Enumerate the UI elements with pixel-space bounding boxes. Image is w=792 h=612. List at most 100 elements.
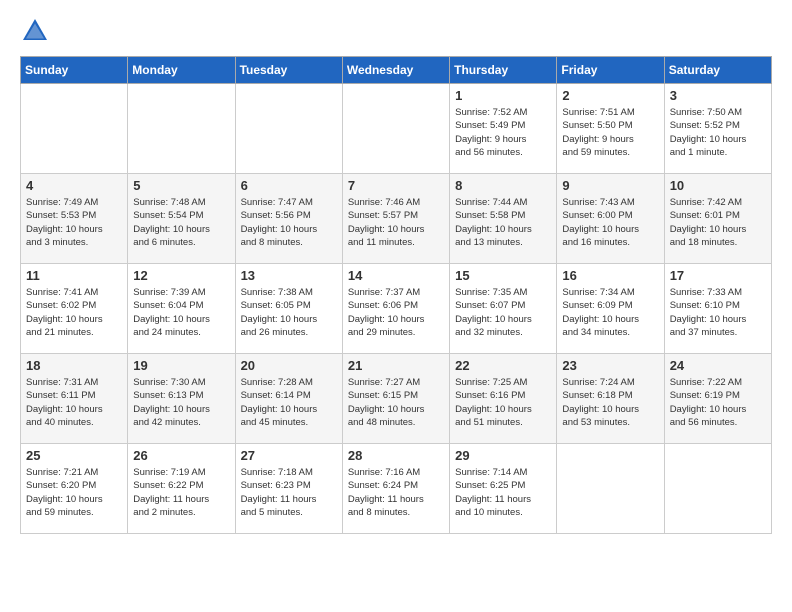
day-cell: 26 Sunrise: 7:19 AM Sunset: 6:22 PM Dayli… [128, 444, 235, 534]
day-cell [128, 84, 235, 174]
cell-info: Sunrise: 7:28 AM Sunset: 6:14 PM Dayligh… [241, 376, 337, 429]
day-number: 11 [26, 268, 122, 283]
cell-info: Sunrise: 7:37 AM Sunset: 6:06 PM Dayligh… [348, 286, 444, 339]
day-cell: 11 Sunrise: 7:41 AM Sunset: 6:02 PM Dayli… [21, 264, 128, 354]
day-number: 27 [241, 448, 337, 463]
cell-info: Sunrise: 7:48 AM Sunset: 5:54 PM Dayligh… [133, 196, 229, 249]
day-number: 24 [670, 358, 766, 373]
day-number: 28 [348, 448, 444, 463]
cell-info: Sunrise: 7:21 AM Sunset: 6:20 PM Dayligh… [26, 466, 122, 519]
day-number: 4 [26, 178, 122, 193]
day-number: 12 [133, 268, 229, 283]
day-number: 15 [455, 268, 551, 283]
cell-info: Sunrise: 7:46 AM Sunset: 5:57 PM Dayligh… [348, 196, 444, 249]
cell-info: Sunrise: 7:35 AM Sunset: 6:07 PM Dayligh… [455, 286, 551, 339]
day-cell: 5 Sunrise: 7:48 AM Sunset: 5:54 PM Daylig… [128, 174, 235, 264]
day-cell: 20 Sunrise: 7:28 AM Sunset: 6:14 PM Dayli… [235, 354, 342, 444]
week-row-3: 11 Sunrise: 7:41 AM Sunset: 6:02 PM Dayli… [21, 264, 772, 354]
cell-info: Sunrise: 7:22 AM Sunset: 6:19 PM Dayligh… [670, 376, 766, 429]
cell-info: Sunrise: 7:52 AM Sunset: 5:49 PM Dayligh… [455, 106, 551, 159]
day-cell [21, 84, 128, 174]
day-number: 1 [455, 88, 551, 103]
cell-info: Sunrise: 7:38 AM Sunset: 6:05 PM Dayligh… [241, 286, 337, 339]
cell-info: Sunrise: 7:14 AM Sunset: 6:25 PM Dayligh… [455, 466, 551, 519]
day-cell: 19 Sunrise: 7:30 AM Sunset: 6:13 PM Dayli… [128, 354, 235, 444]
col-header-thursday: Thursday [450, 57, 557, 84]
cell-info: Sunrise: 7:34 AM Sunset: 6:09 PM Dayligh… [562, 286, 658, 339]
day-number: 25 [26, 448, 122, 463]
cell-info: Sunrise: 7:27 AM Sunset: 6:15 PM Dayligh… [348, 376, 444, 429]
day-number: 6 [241, 178, 337, 193]
day-cell: 21 Sunrise: 7:27 AM Sunset: 6:15 PM Dayli… [342, 354, 449, 444]
cell-info: Sunrise: 7:24 AM Sunset: 6:18 PM Dayligh… [562, 376, 658, 429]
cell-info: Sunrise: 7:30 AM Sunset: 6:13 PM Dayligh… [133, 376, 229, 429]
day-cell: 10 Sunrise: 7:42 AM Sunset: 6:01 PM Dayli… [664, 174, 771, 264]
day-number: 2 [562, 88, 658, 103]
day-cell: 2 Sunrise: 7:51 AM Sunset: 5:50 PM Daylig… [557, 84, 664, 174]
col-header-monday: Monday [128, 57, 235, 84]
day-cell: 23 Sunrise: 7:24 AM Sunset: 6:18 PM Dayli… [557, 354, 664, 444]
week-row-4: 18 Sunrise: 7:31 AM Sunset: 6:11 PM Dayli… [21, 354, 772, 444]
day-cell: 18 Sunrise: 7:31 AM Sunset: 6:11 PM Dayli… [21, 354, 128, 444]
day-cell: 15 Sunrise: 7:35 AM Sunset: 6:07 PM Dayli… [450, 264, 557, 354]
day-cell [342, 84, 449, 174]
day-cell: 13 Sunrise: 7:38 AM Sunset: 6:05 PM Dayli… [235, 264, 342, 354]
header-row: SundayMondayTuesdayWednesdayThursdayFrid… [21, 57, 772, 84]
day-number: 26 [133, 448, 229, 463]
cell-info: Sunrise: 7:51 AM Sunset: 5:50 PM Dayligh… [562, 106, 658, 159]
day-cell: 1 Sunrise: 7:52 AM Sunset: 5:49 PM Daylig… [450, 84, 557, 174]
cell-info: Sunrise: 7:18 AM Sunset: 6:23 PM Dayligh… [241, 466, 337, 519]
day-number: 5 [133, 178, 229, 193]
day-cell: 12 Sunrise: 7:39 AM Sunset: 6:04 PM Dayli… [128, 264, 235, 354]
logo-icon [20, 16, 50, 46]
day-cell [235, 84, 342, 174]
day-cell: 27 Sunrise: 7:18 AM Sunset: 6:23 PM Dayli… [235, 444, 342, 534]
day-number: 13 [241, 268, 337, 283]
cell-info: Sunrise: 7:47 AM Sunset: 5:56 PM Dayligh… [241, 196, 337, 249]
week-row-2: 4 Sunrise: 7:49 AM Sunset: 5:53 PM Daylig… [21, 174, 772, 264]
day-cell: 9Sunrise: 7:43 AM Sunset: 6:00 PM Daylig… [557, 174, 664, 264]
day-number: 21 [348, 358, 444, 373]
day-number: 16 [562, 268, 658, 283]
day-cell: 25 Sunrise: 7:21 AM Sunset: 6:20 PM Dayli… [21, 444, 128, 534]
day-number: 23 [562, 358, 658, 373]
cell-info: Sunrise: 7:33 AM Sunset: 6:10 PM Dayligh… [670, 286, 766, 339]
day-cell: 22Sunrise: 7:25 AM Sunset: 6:16 PM Dayli… [450, 354, 557, 444]
col-header-saturday: Saturday [664, 57, 771, 84]
day-number: 29 [455, 448, 551, 463]
cell-info: Sunrise: 7:49 AM Sunset: 5:53 PM Dayligh… [26, 196, 122, 249]
day-cell: 16 Sunrise: 7:34 AM Sunset: 6:09 PM Dayli… [557, 264, 664, 354]
col-header-sunday: Sunday [21, 57, 128, 84]
day-number: 14 [348, 268, 444, 283]
day-number: 9 [562, 178, 658, 193]
day-cell: 4 Sunrise: 7:49 AM Sunset: 5:53 PM Daylig… [21, 174, 128, 264]
day-cell: 29 Sunrise: 7:14 AM Sunset: 6:25 PM Dayli… [450, 444, 557, 534]
day-cell: 28 Sunrise: 7:16 AM Sunset: 6:24 PM Dayli… [342, 444, 449, 534]
day-cell: 8 Sunrise: 7:44 AM Sunset: 5:58 PM Daylig… [450, 174, 557, 264]
logo [20, 16, 54, 46]
day-number: 3 [670, 88, 766, 103]
cell-info: Sunrise: 7:50 AM Sunset: 5:52 PM Dayligh… [670, 106, 766, 159]
cell-info: Sunrise: 7:25 AM Sunset: 6:16 PM Dayligh… [455, 376, 551, 429]
day-cell: 6 Sunrise: 7:47 AM Sunset: 5:56 PM Daylig… [235, 174, 342, 264]
cell-info: Sunrise: 7:42 AM Sunset: 6:01 PM Dayligh… [670, 196, 766, 249]
col-header-friday: Friday [557, 57, 664, 84]
cell-info: Sunrise: 7:19 AM Sunset: 6:22 PM Dayligh… [133, 466, 229, 519]
day-number: 8 [455, 178, 551, 193]
cell-info: Sunrise: 7:44 AM Sunset: 5:58 PM Dayligh… [455, 196, 551, 249]
day-cell: 3 Sunrise: 7:50 AM Sunset: 5:52 PM Daylig… [664, 84, 771, 174]
cell-info: Sunrise: 7:31 AM Sunset: 6:11 PM Dayligh… [26, 376, 122, 429]
day-number: 18 [26, 358, 122, 373]
cell-info: Sunrise: 7:39 AM Sunset: 6:04 PM Dayligh… [133, 286, 229, 339]
day-number: 20 [241, 358, 337, 373]
cell-info: Sunrise: 7:16 AM Sunset: 6:24 PM Dayligh… [348, 466, 444, 519]
day-number: 10 [670, 178, 766, 193]
day-cell: 14 Sunrise: 7:37 AM Sunset: 6:06 PM Dayli… [342, 264, 449, 354]
calendar-table: SundayMondayTuesdayWednesdayThursdayFrid… [20, 56, 772, 534]
day-cell: 24 Sunrise: 7:22 AM Sunset: 6:19 PM Dayli… [664, 354, 771, 444]
day-number: 19 [133, 358, 229, 373]
day-cell [664, 444, 771, 534]
cell-info: Sunrise: 7:41 AM Sunset: 6:02 PM Dayligh… [26, 286, 122, 339]
col-header-wednesday: Wednesday [342, 57, 449, 84]
day-cell: 7Sunrise: 7:46 AM Sunset: 5:57 PM Daylig… [342, 174, 449, 264]
